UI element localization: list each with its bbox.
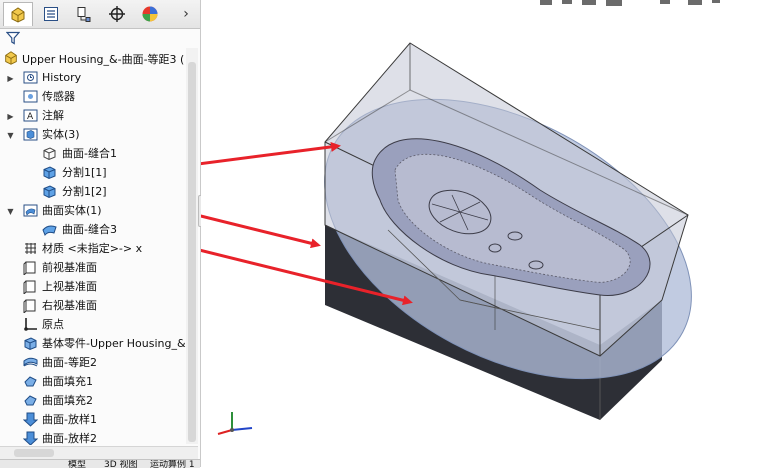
filled-surface-icon [24,376,37,387]
tree-item-split1-1[interactable]: 分割1[1] [0,163,186,182]
plane-icon [23,280,36,294]
tree-item-lofted-surface1[interactable]: 曲面-放样1 [0,410,186,429]
tree-item-label: 曲面-等距2 [42,356,97,369]
tree-item-split1-2[interactable]: 分割1[2] [0,182,186,201]
annotations-icon: A [23,109,38,122]
tree-item-surface-bodies[interactable]: ▼ 曲面实体(1) [0,201,186,220]
tree-item-label: 曲面填充1 [42,375,93,388]
tree-item-annotations[interactable]: ▶ A 注解 [0,106,186,125]
more-tabs-button[interactable]: › [174,2,198,26]
tree-item-label: 分割1[1] [62,166,107,179]
tree-root-label: Upper Housing_&-曲面-等距3 ( [22,53,185,66]
tree-item-label: 右视基准面 [42,299,97,312]
filter-funnel-icon[interactable] [6,31,20,45]
solid-body-icon [43,185,56,199]
featuremanager-tab[interactable] [3,2,33,26]
tree-item-history[interactable]: ▶ History [0,68,186,87]
feature-manager-icon [11,6,25,23]
tree-item-label: 上视基准面 [42,280,97,293]
scrollbar-thumb[interactable] [14,449,54,457]
expand-arrow-icon[interactable]: ▶ [6,72,15,84]
propertymanager-tab[interactable] [36,2,66,26]
tree-item-material[interactable]: 材质 <未指定>-> x [0,239,186,258]
tree-item-lofted-surface2[interactable]: 曲面-放样2 [0,429,186,445]
tree-item-label: 实体(3) [42,128,80,141]
surface-body-icon [42,225,57,237]
scrollbar-thumb[interactable] [188,62,196,442]
configurationmanager-tab[interactable] [69,2,99,26]
tree-item-filled-surface1[interactable]: 曲面填充1 [0,372,186,391]
collapse-arrow-icon[interactable]: ▼ [6,205,15,217]
tree-item-label: 注解 [42,109,64,122]
filled-surface-icon [24,395,37,406]
tree-item-offset-surface2[interactable]: 曲面-等距2 [0,353,186,372]
solid-bodies-folder-icon [23,128,38,141]
dimxpert-crosshair-icon [109,6,125,22]
history-icon [23,71,38,84]
tree-item-front-plane[interactable]: 前视基准面 [0,258,186,277]
collapse-arrow-icon[interactable]: ▼ [6,129,15,141]
tree-item-label: 分割1[2] [62,185,107,198]
tree-item-solid-bodies[interactable]: ▼ 实体(3) [0,125,186,144]
material-icon [25,243,36,254]
panel-tab-bar: › [0,0,200,29]
tree-item-label: 曲面-缝合3 [62,223,117,236]
tree-item-top-plane[interactable]: 上视基准面 [0,277,186,296]
graphics-viewport[interactable] [201,0,760,467]
tree-item-surface-knit3[interactable]: 曲面-缝合3 [0,220,186,239]
tree-item-right-plane[interactable]: 右视基准面 [0,296,186,315]
tree-item-label: History [42,71,82,84]
tree-vertical-scrollbar[interactable] [186,48,198,444]
tree-item-body-knit1[interactable]: 曲面-缝合1 [0,144,186,163]
surface-bodies-folder-icon [23,204,38,217]
tree-item-label: 曲面-放样2 [42,432,97,445]
coordinate-triad [217,412,253,435]
appearance-sphere-icon [142,6,158,22]
arrow-split1-1 [201,141,341,166]
plane-icon [23,261,36,275]
sensors-icon [23,90,38,103]
tree-item-origin[interactable]: 原点 [0,315,186,334]
offset-surface-icon [23,357,38,367]
solid-body-icon [43,166,56,180]
plane-icon [23,299,36,313]
tree-item-label: 曲面实体(1) [42,204,102,217]
tree-item-label: 基体零件-Upper Housing_&- [42,337,186,350]
dimxpert-tab[interactable] [102,2,132,26]
tree-item-label: 曲面填充2 [42,394,93,407]
lofted-surface-icon [23,412,38,427]
tree-root-part[interactable]: Upper Housing_&-曲面-等距3 ( [0,48,190,68]
feature-manager-panel: › Upper Housing_&-曲面-等距3 ( ▶ History 传感器… [0,0,201,468]
tree-item-base-part[interactable]: 基体零件-Upper Housing_&- [0,334,186,353]
tree-item-label: 材质 <未指定>-> x [42,242,143,255]
part-icon [5,51,17,65]
wireframe-body-icon [43,147,56,161]
tree-item-label: 原点 [42,318,64,331]
svg-text:A: A [27,112,34,122]
tree-item-label: 曲面-缝合1 [62,147,117,160]
origin-icon [24,318,37,331]
tree-item-sensors[interactable]: 传感器 [0,87,186,106]
property-manager-icon [44,7,58,21]
tree-item-label: 曲面-放样1 [42,413,97,426]
expand-arrow-icon[interactable]: ▶ [6,110,15,122]
tree-item-filled-surface2[interactable]: 曲面填充2 [0,391,186,410]
view-toolbar-partial [540,0,720,6]
display-manager-tab[interactable] [135,2,165,26]
configuration-manager-icon [77,7,91,22]
3d-model-view [201,0,720,435]
base-part-icon [24,337,37,351]
tree-item-label: 前视基准面 [42,261,97,274]
arrow-split1-2 [201,214,321,249]
tree-item-label: 传感器 [42,90,75,103]
chevron-right-icon: › [183,6,189,22]
tree-horizontal-scrollbar[interactable] [0,446,198,459]
tree-filter-row [0,29,200,47]
lofted-surface-icon [23,431,38,445]
